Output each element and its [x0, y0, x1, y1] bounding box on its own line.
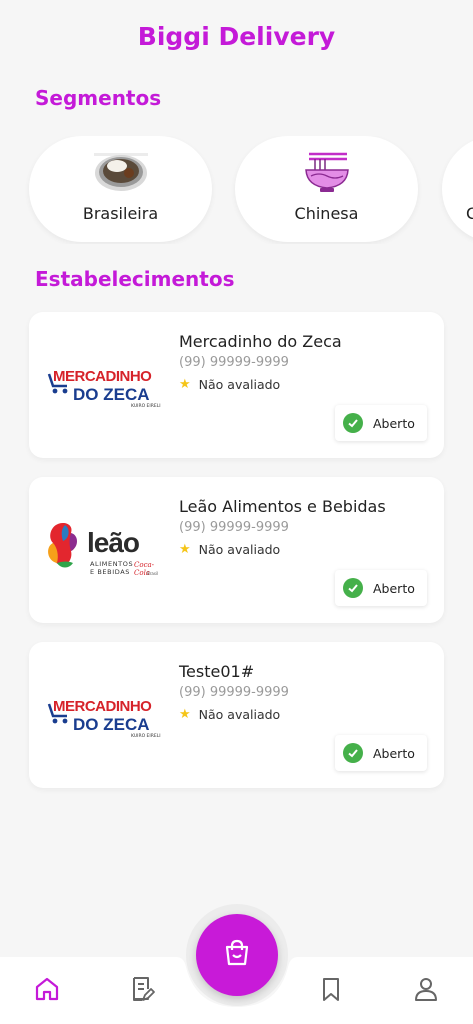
status-badge: Aberto — [335, 570, 427, 606]
rating-text: Não avaliado — [198, 377, 281, 392]
home-icon[interactable] — [31, 973, 63, 1005]
rice-plate-icon — [29, 150, 212, 194]
logo-line1: MERCADINHO — [53, 698, 152, 715]
logo-sub2: E BEBIDAS — [90, 568, 130, 576]
segments-title: Segmentos — [35, 86, 162, 110]
store-logo: MERCADINHO DO ZECA KUIRO EIRELI — [43, 348, 163, 420]
star-icon: ★ — [179, 377, 191, 392]
check-icon — [343, 743, 363, 763]
check-icon — [343, 413, 363, 433]
store-card[interactable]: leão ALIMENTOS E BEBIDAS Coca-Cola Brasi… — [29, 477, 444, 623]
store-name: Mercadinho do Zeca — [179, 332, 342, 351]
store-rating: ★ Não avaliado — [179, 542, 280, 557]
logo-small: KUIRO EIRELI — [131, 734, 161, 739]
store-logo: leão ALIMENTOS E BEBIDAS Coca-Cola Brasi… — [43, 513, 163, 585]
segment-card-partial[interactable]: C — [442, 136, 473, 242]
segment-label: Chinesa — [294, 204, 359, 223]
store-phone: (99) 99999-9999 — [179, 355, 289, 370]
star-icon: ★ — [179, 707, 191, 722]
logo-line2: DO ZECA — [73, 385, 150, 404]
segments-carousel[interactable]: Brasileira Chinesa C — [0, 136, 473, 244]
establishments-title: Estabelecimentos — [35, 267, 235, 291]
store-phone: (99) 99999-9999 — [179, 520, 289, 535]
store-logo: MERCADINHO DO ZECA KUIRO EIRELI — [43, 678, 163, 750]
store-card[interactable]: MERCADINHO DO ZECA KUIRO EIRELI Mercadin… — [29, 312, 444, 458]
logo-small: KUIRO EIRELI — [131, 404, 161, 409]
segment-label: Brasileira — [82, 204, 159, 223]
segment-card-chinesa[interactable]: Chinesa — [235, 136, 418, 242]
bookmark-icon[interactable] — [315, 973, 347, 1005]
cart-icon — [221, 937, 253, 973]
noodle-bowl-icon — [235, 150, 418, 194]
segment-card-brasileira[interactable]: Brasileira — [29, 136, 212, 242]
store-card[interactable]: MERCADINHO DO ZECA KUIRO EIRELI Teste01#… — [29, 642, 444, 788]
status-badge: Aberto — [335, 405, 427, 441]
orders-icon[interactable] — [126, 973, 158, 1005]
status-text: Aberto — [373, 745, 415, 761]
rating-text: Não avaliado — [198, 542, 281, 557]
star-icon: ★ — [179, 542, 191, 557]
store-rating: ★ Não avaliado — [179, 707, 280, 722]
store-name: Teste01# — [179, 662, 255, 681]
store-rating: ★ Não avaliado — [179, 377, 280, 392]
store-phone: (99) 99999-9999 — [179, 685, 289, 700]
status-text: Aberto — [373, 580, 415, 596]
status-text: Aberto — [373, 415, 415, 431]
logo-sub1: ALIMENTOS — [90, 560, 134, 568]
segment-label: C — [466, 204, 473, 223]
status-badge: Aberto — [335, 735, 427, 771]
logo-brand-small: Brasil — [147, 571, 159, 576]
profile-icon[interactable] — [410, 973, 442, 1005]
app-title: Biggi Delivery — [137, 22, 336, 51]
rating-text: Não avaliado — [198, 707, 281, 722]
logo-line1: MERCADINHO — [53, 368, 152, 385]
cart-button[interactable] — [196, 914, 278, 996]
check-icon — [343, 578, 363, 598]
store-name: Leão Alimentos e Bebidas — [179, 497, 386, 516]
logo-line2: DO ZECA — [73, 715, 150, 734]
logo-word: leão — [87, 527, 140, 558]
